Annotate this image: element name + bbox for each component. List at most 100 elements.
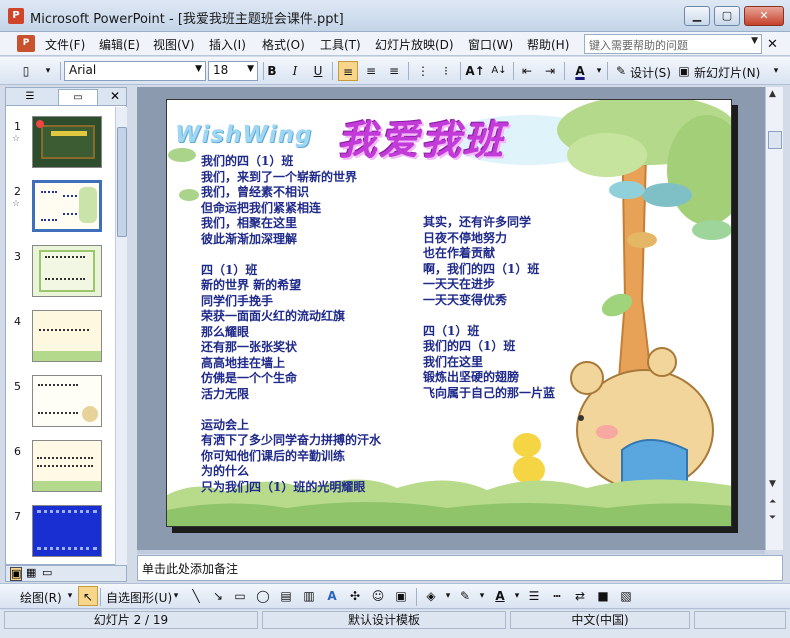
scrollbar-thumb[interactable]: [768, 131, 782, 149]
close-button[interactable]: ✕: [744, 6, 784, 26]
menu-window[interactable]: 窗口(W): [468, 36, 513, 53]
3d-style-icon[interactable]: ▧: [616, 586, 636, 606]
slide-thumbnail-4[interactable]: [32, 310, 102, 362]
wordart-icon[interactable]: A: [322, 586, 342, 606]
current-slide[interactable]: WishWing 我爱我班 我们的四（1）班 我们，来到了一个崭新的世界 我们，曾经…: [166, 99, 732, 527]
menu-format[interactable]: 格式(O): [262, 36, 305, 53]
slide-number: 5: [14, 380, 21, 393]
close-icon[interactable]: ✕: [110, 89, 120, 103]
slide-vertical-scrollbar[interactable]: ▲ ▼ ⏶ ⏷: [765, 87, 783, 550]
slide-horizontal-divider: [137, 550, 765, 554]
document-close-icon[interactable]: ✕: [767, 37, 778, 52]
slide-thumbnail-3[interactable]: [32, 245, 102, 297]
menu-view[interactable]: 视图(V): [153, 36, 195, 53]
notes-pane[interactable]: 单击此处添加备注: [137, 555, 783, 581]
formatting-toolbar: ▯ ▾ Arial ▼ 18 ▼ B I U ≡ ≡ ≡ ⋮ ⁝ A↑ A↓ ⇤…: [0, 57, 790, 85]
toolbar-options-icon[interactable]: ▾: [38, 61, 58, 81]
slide-text-line: 四（1）班: [423, 323, 480, 338]
scroll-up-icon[interactable]: ▲: [769, 89, 776, 99]
slide-sorter-icon[interactable]: ▦: [26, 566, 36, 579]
slide-text-line: 同学们手挽手: [201, 293, 274, 308]
slide-thumbnail-6[interactable]: [32, 440, 102, 492]
font-name-select[interactable]: Arial ▼: [64, 61, 206, 81]
chevron-down-icon[interactable]: ▾: [589, 61, 609, 81]
new-slide-button[interactable]: 新幻灯片(N): [694, 64, 760, 81]
help-search-input[interactable]: 键入需要帮助的问题 ▼: [584, 34, 762, 54]
slide-thumbnail-2[interactable]: [32, 180, 102, 232]
picture-icon[interactable]: ▣: [391, 586, 411, 606]
separator: [460, 62, 461, 80]
numbering-icon[interactable]: ⋮: [413, 61, 433, 81]
decrease-indent-icon[interactable]: ⇤: [517, 61, 537, 81]
slide-text-line: [201, 247, 381, 263]
dash-style-icon[interactable]: ┅: [547, 586, 567, 606]
design-button[interactable]: 设计(S): [630, 64, 671, 81]
chevron-down-icon[interactable]: ▼: [751, 36, 758, 46]
oval-icon[interactable]: ◯: [253, 586, 273, 606]
slide-text-line: 日夜不停地努力: [423, 230, 508, 245]
document-icon[interactable]: P: [17, 35, 35, 52]
slide-text-right-column[interactable]: 其实，还有许多同学 日夜不停地努力 也在作着贡献 啊，我们的四（1）班 一天天在进步 一天…: [423, 215, 555, 401]
grow-font-icon[interactable]: A↑: [465, 61, 485, 81]
chevron-down-icon[interactable]: ▾: [472, 586, 492, 606]
bold-button[interactable]: B: [262, 61, 282, 81]
toolbar-options-icon[interactable]: ▾: [766, 61, 786, 81]
font-name-value: Arial: [69, 63, 97, 77]
previous-slide-icon[interactable]: ⏶: [769, 497, 776, 507]
scrollbar-thumb[interactable]: [117, 127, 127, 237]
slide-text-line: 四（1）班: [201, 262, 258, 277]
shadow-style-icon[interactable]: ■: [593, 586, 613, 606]
menu-file[interactable]: 文件(F): [45, 36, 85, 53]
menu-tools[interactable]: 工具(T): [320, 36, 361, 53]
slide-text-line: 活力无限: [201, 386, 250, 401]
textbox-icon[interactable]: ▤: [276, 586, 296, 606]
scroll-down-icon[interactable]: ▼: [769, 479, 776, 489]
menu-insert[interactable]: 插入(I): [209, 36, 246, 53]
autoshapes-button[interactable]: 自选图形(U): [106, 589, 172, 606]
align-center-icon[interactable]: ≡: [361, 61, 381, 81]
vertical-textbox-icon[interactable]: ▥: [299, 586, 319, 606]
slide-thumbnail-7[interactable]: [32, 505, 102, 557]
normal-view-icon[interactable]: ▣: [10, 567, 23, 581]
clipart-icon[interactable]: ☺: [368, 586, 388, 606]
slide-text-line: 啊，我们的四（1）班: [423, 261, 540, 276]
slide-thumbnail-5[interactable]: [32, 375, 102, 427]
font-size-select[interactable]: 18 ▼: [208, 61, 258, 81]
diagram-icon[interactable]: ✣: [345, 586, 365, 606]
menu-help[interactable]: 帮助(H): [527, 36, 569, 53]
powerpoint-window: P Microsoft PowerPoint - [我爱我班主题班会课件.ppt…: [0, 0, 790, 638]
menu-slideshow[interactable]: 幻灯片放映(D): [375, 36, 454, 53]
underline-button[interactable]: U: [308, 61, 328, 81]
slide-number: 2: [14, 185, 21, 198]
arrow-icon[interactable]: ↘: [208, 586, 228, 606]
chevron-down-icon[interactable]: ▾: [166, 586, 186, 606]
slide-text-left-column[interactable]: 我们的四（1）班 我们，来到了一个崭新的世界 我们，曾经素不相识 但命运把我们紧紧相连…: [201, 154, 381, 495]
menu-edit[interactable]: 编辑(E): [99, 36, 140, 53]
shrink-font-icon[interactable]: A↓: [489, 61, 509, 81]
slides-pane-scrollbar[interactable]: [115, 107, 127, 565]
line-icon[interactable]: ╲: [186, 586, 206, 606]
italic-button[interactable]: I: [285, 61, 305, 81]
next-slide-icon[interactable]: ⏷: [769, 513, 776, 523]
slide-thumbnail-1[interactable]: [32, 116, 102, 168]
rectangle-icon[interactable]: ▭: [230, 586, 250, 606]
status-extra: [694, 611, 786, 629]
new-icon[interactable]: ▯: [16, 61, 36, 81]
bullets-icon[interactable]: ⁝: [436, 61, 456, 81]
align-left-icon[interactable]: ≡: [338, 61, 358, 81]
align-right-icon[interactable]: ≡: [384, 61, 404, 81]
separator: [513, 62, 514, 80]
slideshow-icon[interactable]: ▭: [42, 566, 52, 579]
select-objects-icon[interactable]: ↖: [78, 586, 98, 606]
slide-text-line: 新的世界 新的希望: [201, 278, 302, 292]
font-color-icon[interactable]: A: [570, 61, 590, 81]
chevron-down-icon[interactable]: ▾: [60, 586, 80, 606]
increase-indent-icon[interactable]: ⇥: [540, 61, 560, 81]
maximize-button[interactable]: ▢: [714, 6, 740, 26]
slides-tab[interactable]: ▭: [58, 89, 98, 105]
line-style-icon[interactable]: ☰: [524, 586, 544, 606]
arrow-style-icon[interactable]: ⇄: [570, 586, 590, 606]
outline-tab[interactable]: ☰: [10, 89, 50, 105]
minimize-button[interactable]: ▁: [684, 6, 710, 26]
draw-menu-button[interactable]: 绘图(R): [20, 589, 62, 606]
